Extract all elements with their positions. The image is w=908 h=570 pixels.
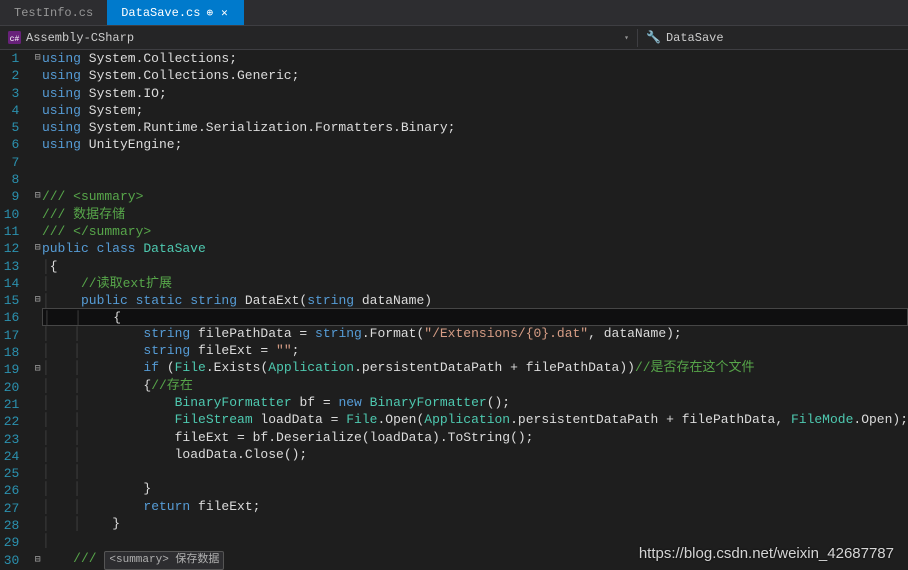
code-line[interactable]: │ │ fileExt = bf.Deserialize(loadData).T… <box>42 429 908 446</box>
code-line[interactable]: using System.IO; <box>42 85 908 102</box>
code-line[interactable]: using System; <box>42 102 908 119</box>
code-line[interactable]: using UnityEngine; <box>42 136 908 153</box>
line-number-gutter: 1234567891011121314151617181920212223242… <box>0 50 33 570</box>
code-line[interactable] <box>42 154 908 171</box>
code-line[interactable]: │ //读取ext扩展 <box>42 275 908 292</box>
code-line[interactable]: │ │ return fileExt; <box>42 498 908 515</box>
csharp-icon: c# <box>8 31 21 44</box>
breadcrumb-label: DataSave <box>666 31 724 45</box>
code-line[interactable]: /// </summary> <box>42 223 908 240</box>
chevron-down-icon: ▾ <box>624 33 629 43</box>
code-line[interactable]: │ │ BinaryFormatter bf = new BinaryForma… <box>42 394 908 411</box>
code-line[interactable]: using System.Runtime.Serialization.Forma… <box>42 119 908 136</box>
code-line[interactable]: │{ <box>42 258 908 275</box>
pin-icon[interactable]: ⊕ <box>206 6 213 20</box>
code-line[interactable]: /// 数据存储 <box>42 206 908 223</box>
code-line[interactable]: using System.Collections.Generic; <box>42 67 908 84</box>
breadcrumb-label: Assembly-CSharp <box>26 31 134 45</box>
breadcrumb-project[interactable]: c# Assembly-CSharp ▾ <box>0 31 637 45</box>
code-line[interactable]: │ public static string DataExt(string da… <box>42 292 908 309</box>
code-line[interactable]: │ │ {//存在 <box>42 377 908 394</box>
code-line[interactable]: │ │ if (File.Exists(Application.persiste… <box>42 359 908 376</box>
code-line[interactable] <box>42 171 908 188</box>
code-line[interactable]: using System.Collections; <box>42 50 908 67</box>
fold-gutter: ⊟⊟⊟⊟⊟⊟ <box>33 50 42 570</box>
code-editor[interactable]: 1234567891011121314151617181920212223242… <box>0 50 908 570</box>
breadcrumb: c# Assembly-CSharp ▾ 🔧 DataSave <box>0 26 908 50</box>
code-area[interactable]: using System.Collections;using System.Co… <box>42 50 908 570</box>
code-line[interactable]: │ │ loadData.Close(); <box>42 446 908 463</box>
code-line[interactable]: │ │ string fileExt = ""; <box>42 342 908 359</box>
svg-text:c#: c# <box>10 35 20 44</box>
code-line[interactable]: │ │ { <box>42 308 908 325</box>
code-line[interactable]: │ │ string filePathData = string.Format(… <box>42 325 908 342</box>
tab-bar: TestInfo.cs DataSave.cs ⊕ ✕ <box>0 0 908 26</box>
tab-testinfo[interactable]: TestInfo.cs <box>0 0 107 25</box>
code-line[interactable]: │ │ <box>42 463 908 480</box>
tab-datasave[interactable]: DataSave.cs ⊕ ✕ <box>107 0 243 25</box>
tab-label: DataSave.cs <box>121 6 200 20</box>
code-line[interactable]: │ │ FileStream loadData = File.Open(Appl… <box>42 411 908 428</box>
breadcrumb-class[interactable]: 🔧 DataSave <box>638 30 908 45</box>
class-icon: 🔧 <box>646 30 661 45</box>
close-icon[interactable]: ✕ <box>219 6 230 20</box>
code-line[interactable]: │ │ } <box>42 480 908 497</box>
watermark: https://blog.csdn.net/weixin_42687787 <box>639 545 894 562</box>
code-line[interactable]: │ │ } <box>42 515 908 532</box>
tab-label: TestInfo.cs <box>14 6 93 20</box>
code-line[interactable]: /// <summary> <box>42 188 908 205</box>
code-line[interactable]: public class DataSave <box>42 240 908 257</box>
